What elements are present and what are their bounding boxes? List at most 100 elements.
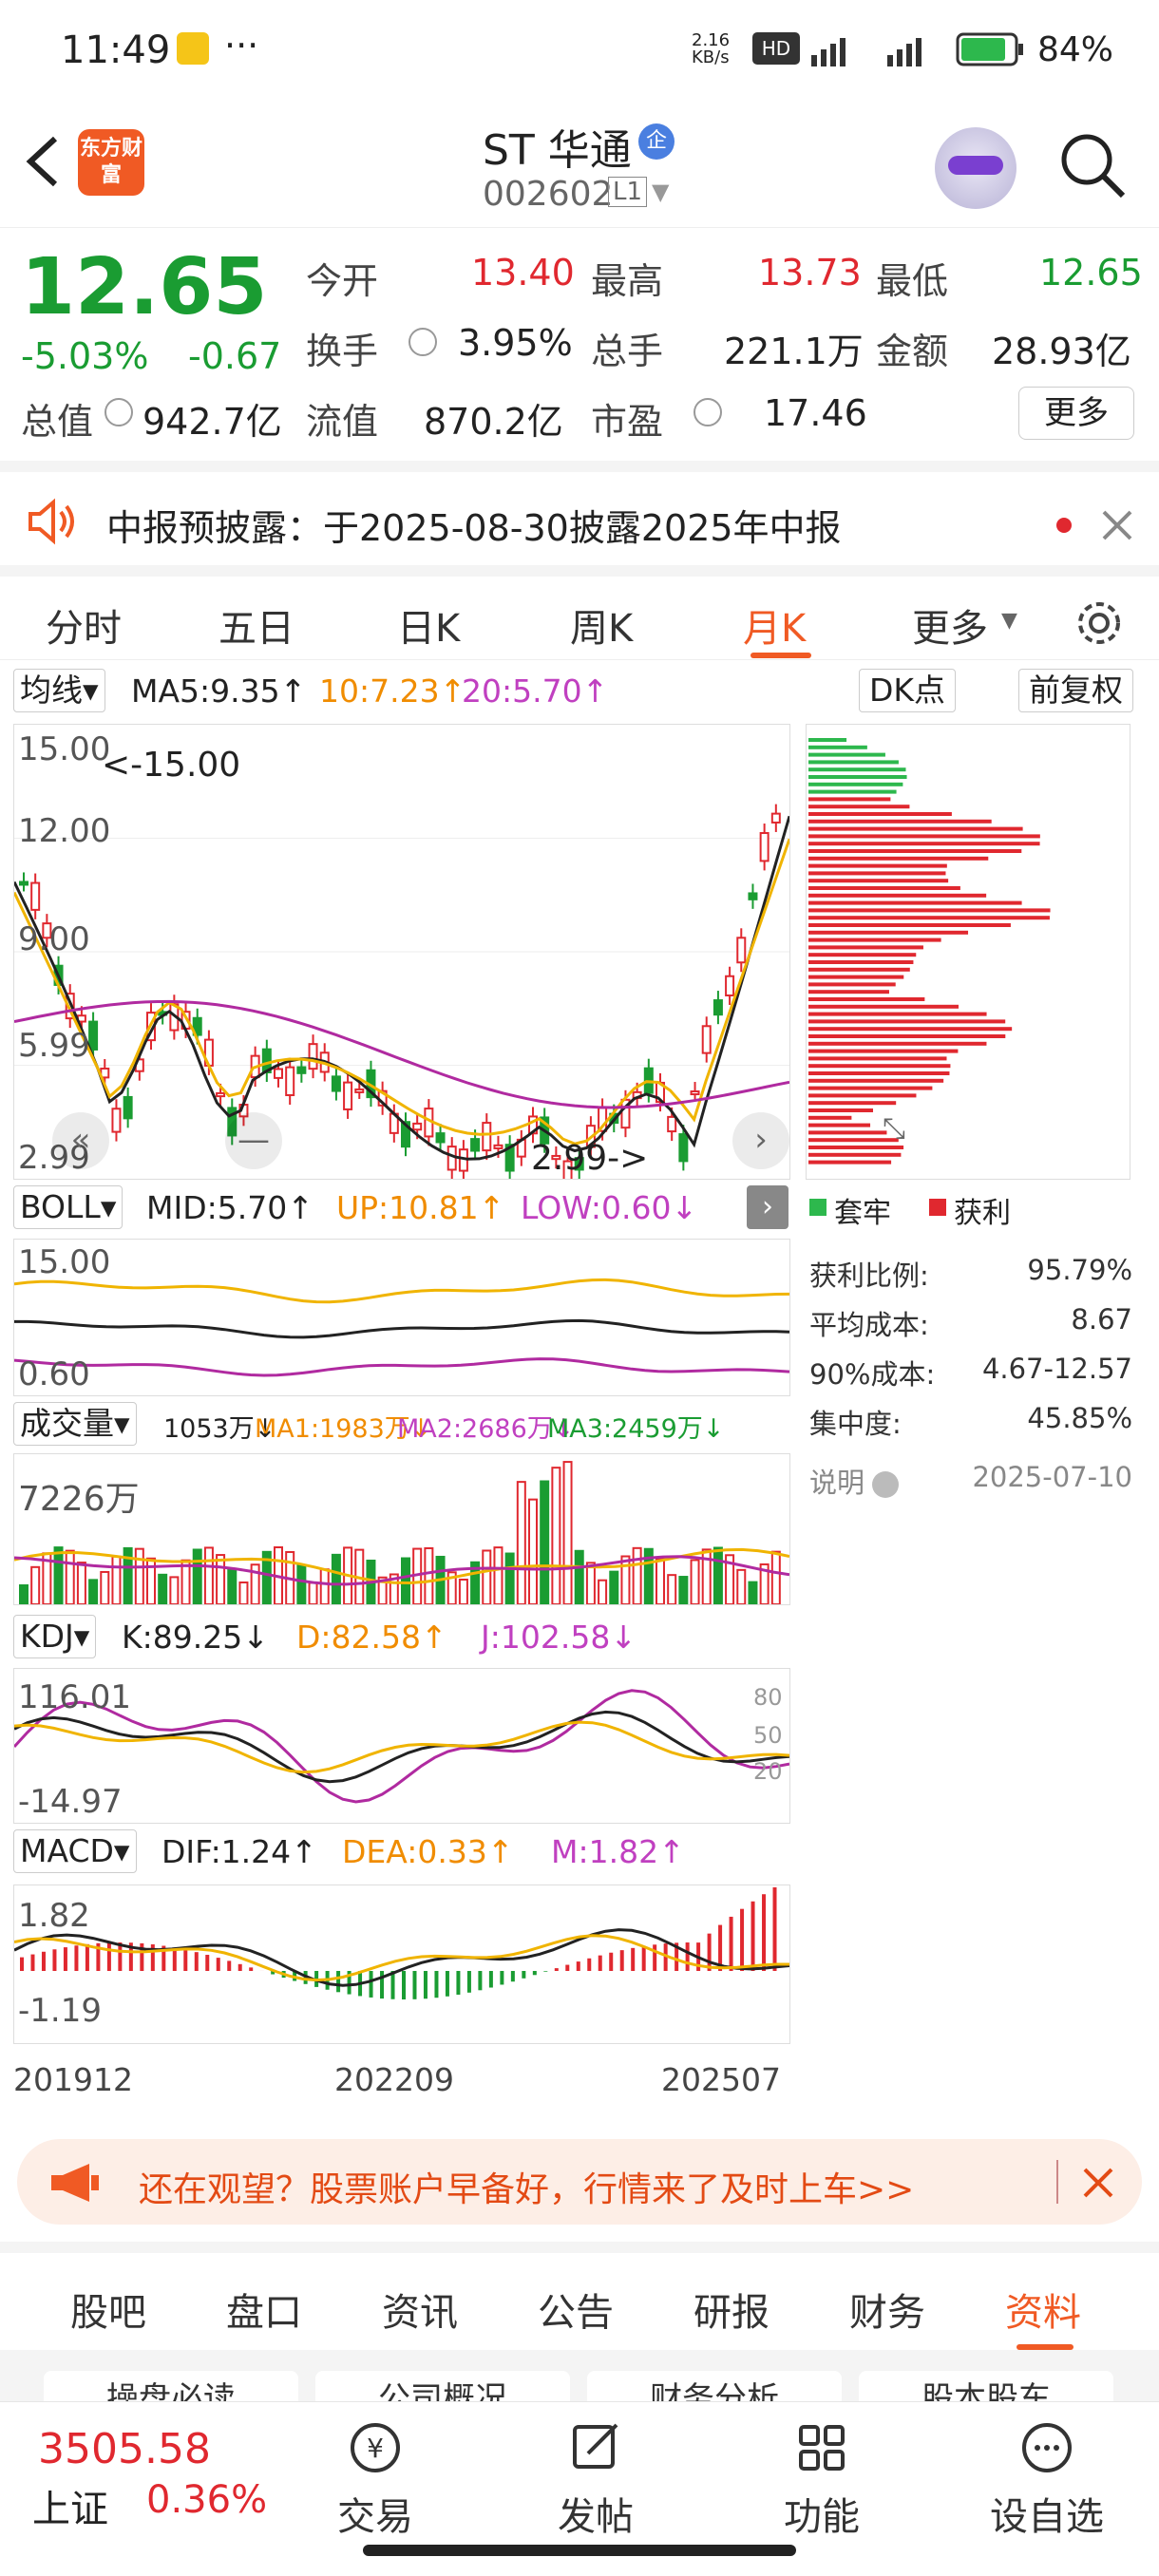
- app-logo[interactable]: 东方财富: [78, 129, 144, 196]
- macd-bar: [74, 1945, 79, 1971]
- add-watchlist-button[interactable]: 设自选: [971, 2419, 1123, 2541]
- search-icon[interactable]: [1056, 129, 1129, 201]
- volume-bar: [65, 1549, 75, 1606]
- tab-announcements[interactable]: 公告: [538, 2282, 614, 2337]
- tab-profile[interactable]: 资料: [1005, 2282, 1081, 2337]
- macd-selector-label: MACD: [20, 1832, 114, 1869]
- y-axis-4: 5.99: [18, 1027, 90, 1065]
- chip-date: 2025-07-10: [972, 1461, 1132, 1493]
- svg-text:¥: ¥: [367, 2433, 384, 2464]
- high-value: 13.73: [758, 252, 862, 294]
- kdj-panel[interactable]: 116.01 -14.97 80 50 20: [12, 1668, 790, 1824]
- macd-bar: [488, 1971, 493, 1988]
- scroll-right-button[interactable]: ›: [732, 1112, 789, 1169]
- more-button[interactable]: 更多: [1018, 387, 1134, 440]
- chip-bar: [808, 908, 1051, 913]
- macd-bar: [30, 1954, 35, 1971]
- tab-monthly-k[interactable]: 月K: [743, 597, 806, 653]
- expand-icon[interactable]: ⤡: [883, 1112, 905, 1146]
- close-icon[interactable]: [1081, 2166, 1115, 2200]
- notice-bar[interactable]: 中报预披露：于2025-08-30披露2025年中报: [0, 461, 1159, 565]
- tab-daily-k[interactable]: 日K: [397, 597, 460, 653]
- volume-bar: [504, 1552, 515, 1605]
- volume-panel[interactable]: 7226万: [13, 1453, 790, 1606]
- kline-panel[interactable]: 15.00 12.00 9.00 5.99 2.99 <-15.00 2.99-…: [13, 724, 790, 1180]
- robot-avatar[interactable]: [935, 127, 1016, 209]
- subtab-shareholders[interactable]: 股本股东: [859, 2371, 1113, 2401]
- chip-note-label[interactable]: 说明: [809, 1467, 864, 1499]
- functions-button[interactable]: 功能: [770, 2419, 874, 2541]
- candle: [736, 937, 747, 964]
- chip-distribution-panel[interactable]: ⤡: [806, 724, 1130, 1180]
- profit-legend-label: 获利: [954, 1197, 1011, 1230]
- zoom-out-button[interactable]: —: [225, 1112, 282, 1169]
- gear-icon[interactable]: [1074, 597, 1125, 649]
- volume-bar: [667, 1574, 677, 1605]
- chip-bar: [808, 805, 910, 809]
- add-watchlist-label: 设自选: [990, 2495, 1104, 2539]
- pe-value: 17.46: [764, 392, 867, 434]
- tab-minute[interactable]: 分时: [46, 597, 122, 653]
- scroll-left-button[interactable]: «: [52, 1112, 109, 1169]
- ma-selector[interactable]: 均线▾: [13, 669, 105, 712]
- chip-bar: [808, 982, 896, 987]
- index-value[interactable]: 3505.58: [38, 2425, 211, 2473]
- kdj-selector[interactable]: KDJ▾: [13, 1615, 97, 1658]
- subtab-company[interactable]: 公司概况: [315, 2371, 570, 2401]
- clock: 11:49: [61, 28, 171, 72]
- info-icon[interactable]: [104, 398, 133, 426]
- kdj-selector-label: KDJ: [20, 1618, 74, 1655]
- tab-research[interactable]: 研报: [694, 2282, 770, 2337]
- subtab-financial[interactable]: 财务分析: [587, 2371, 842, 2401]
- last-price: 12.65: [21, 242, 268, 332]
- low-marker: 2.99->: [531, 1139, 649, 1178]
- chip-bar: [808, 1146, 904, 1149]
- info-icon[interactable]: [694, 398, 722, 426]
- info-icon[interactable]: [408, 328, 437, 356]
- trade-button[interactable]: ¥ 交易: [323, 2419, 428, 2541]
- boll-up: UP:10.81↑: [336, 1189, 505, 1226]
- adjust-mode-button[interactable]: 前复权: [1018, 669, 1133, 712]
- index-change: 0.36%: [146, 2478, 268, 2522]
- volume-bar: [192, 1548, 202, 1606]
- volume-label: 总手: [591, 331, 664, 372]
- chip-bar: [808, 1012, 987, 1016]
- macd-bar: [445, 1971, 449, 1997]
- boll-selector[interactable]: BOLL▾: [13, 1185, 124, 1229]
- dk-point-button[interactable]: DK点: [859, 669, 957, 712]
- tab-more[interactable]: 更多: [912, 597, 988, 653]
- volume-bar: [331, 1553, 341, 1606]
- candle: [354, 1088, 365, 1093]
- tab-news[interactable]: 资讯: [382, 2282, 458, 2337]
- stock-code: 002602: [483, 175, 614, 214]
- tab-five-day[interactable]: 五日: [218, 597, 294, 653]
- kdj-level-50: 50: [753, 1722, 783, 1749]
- candle: [285, 1066, 295, 1096]
- subtab-must-read[interactable]: 操盘必读: [44, 2371, 298, 2401]
- chip-bar: [808, 990, 889, 994]
- code-dropdown-icon[interactable]: ▼: [652, 179, 669, 205]
- boll-mid: MID:5.70↑: [146, 1189, 314, 1226]
- candle: [123, 1095, 133, 1120]
- volume-bar: [296, 1563, 307, 1606]
- macd-panel[interactable]: 1.82 -1.19: [13, 1885, 790, 2044]
- tab-orderbook[interactable]: 盘口: [226, 2282, 302, 2337]
- kdj-level-80: 80: [753, 1684, 783, 1711]
- boll-panel[interactable]: 15.00 0.60: [13, 1239, 790, 1396]
- tab-forum[interactable]: 股吧: [70, 2282, 146, 2337]
- info-icon[interactable]: [872, 1471, 900, 1498]
- promo-banner[interactable]: 还在观望？股票账户早备好，行情来了及时上车>>: [17, 2139, 1142, 2225]
- macd-selector[interactable]: MACD▾: [13, 1829, 137, 1873]
- collapse-indicator-button[interactable]: ›: [747, 1185, 788, 1229]
- tab-weekly-k[interactable]: 周K: [570, 597, 633, 653]
- macd-dea: DEA:0.33↑: [342, 1833, 514, 1870]
- volume-selector[interactable]: 成交量▾: [13, 1402, 137, 1446]
- chip-bar: [808, 789, 897, 794]
- close-icon[interactable]: [1100, 508, 1134, 542]
- post-button[interactable]: 发帖: [543, 2419, 648, 2541]
- high-marker: <-15.00: [102, 746, 241, 785]
- level-badge[interactable]: L1: [608, 177, 648, 207]
- candle: [493, 1144, 504, 1149]
- tab-finance[interactable]: 财务: [849, 2282, 925, 2337]
- back-icon[interactable]: [21, 133, 63, 190]
